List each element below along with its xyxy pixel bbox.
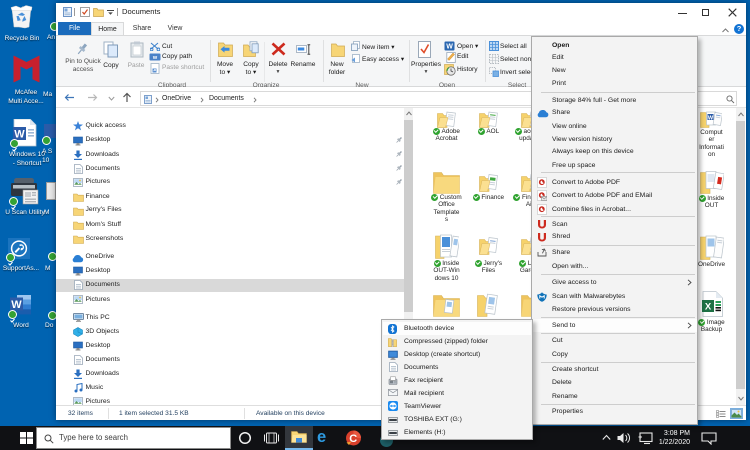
svg-text:X: X (705, 302, 712, 313)
svg-text:C: C (349, 433, 357, 445)
svg-text:W: W (446, 43, 453, 50)
svg-text:w: w (152, 55, 158, 61)
svg-text:W: W (708, 115, 714, 121)
